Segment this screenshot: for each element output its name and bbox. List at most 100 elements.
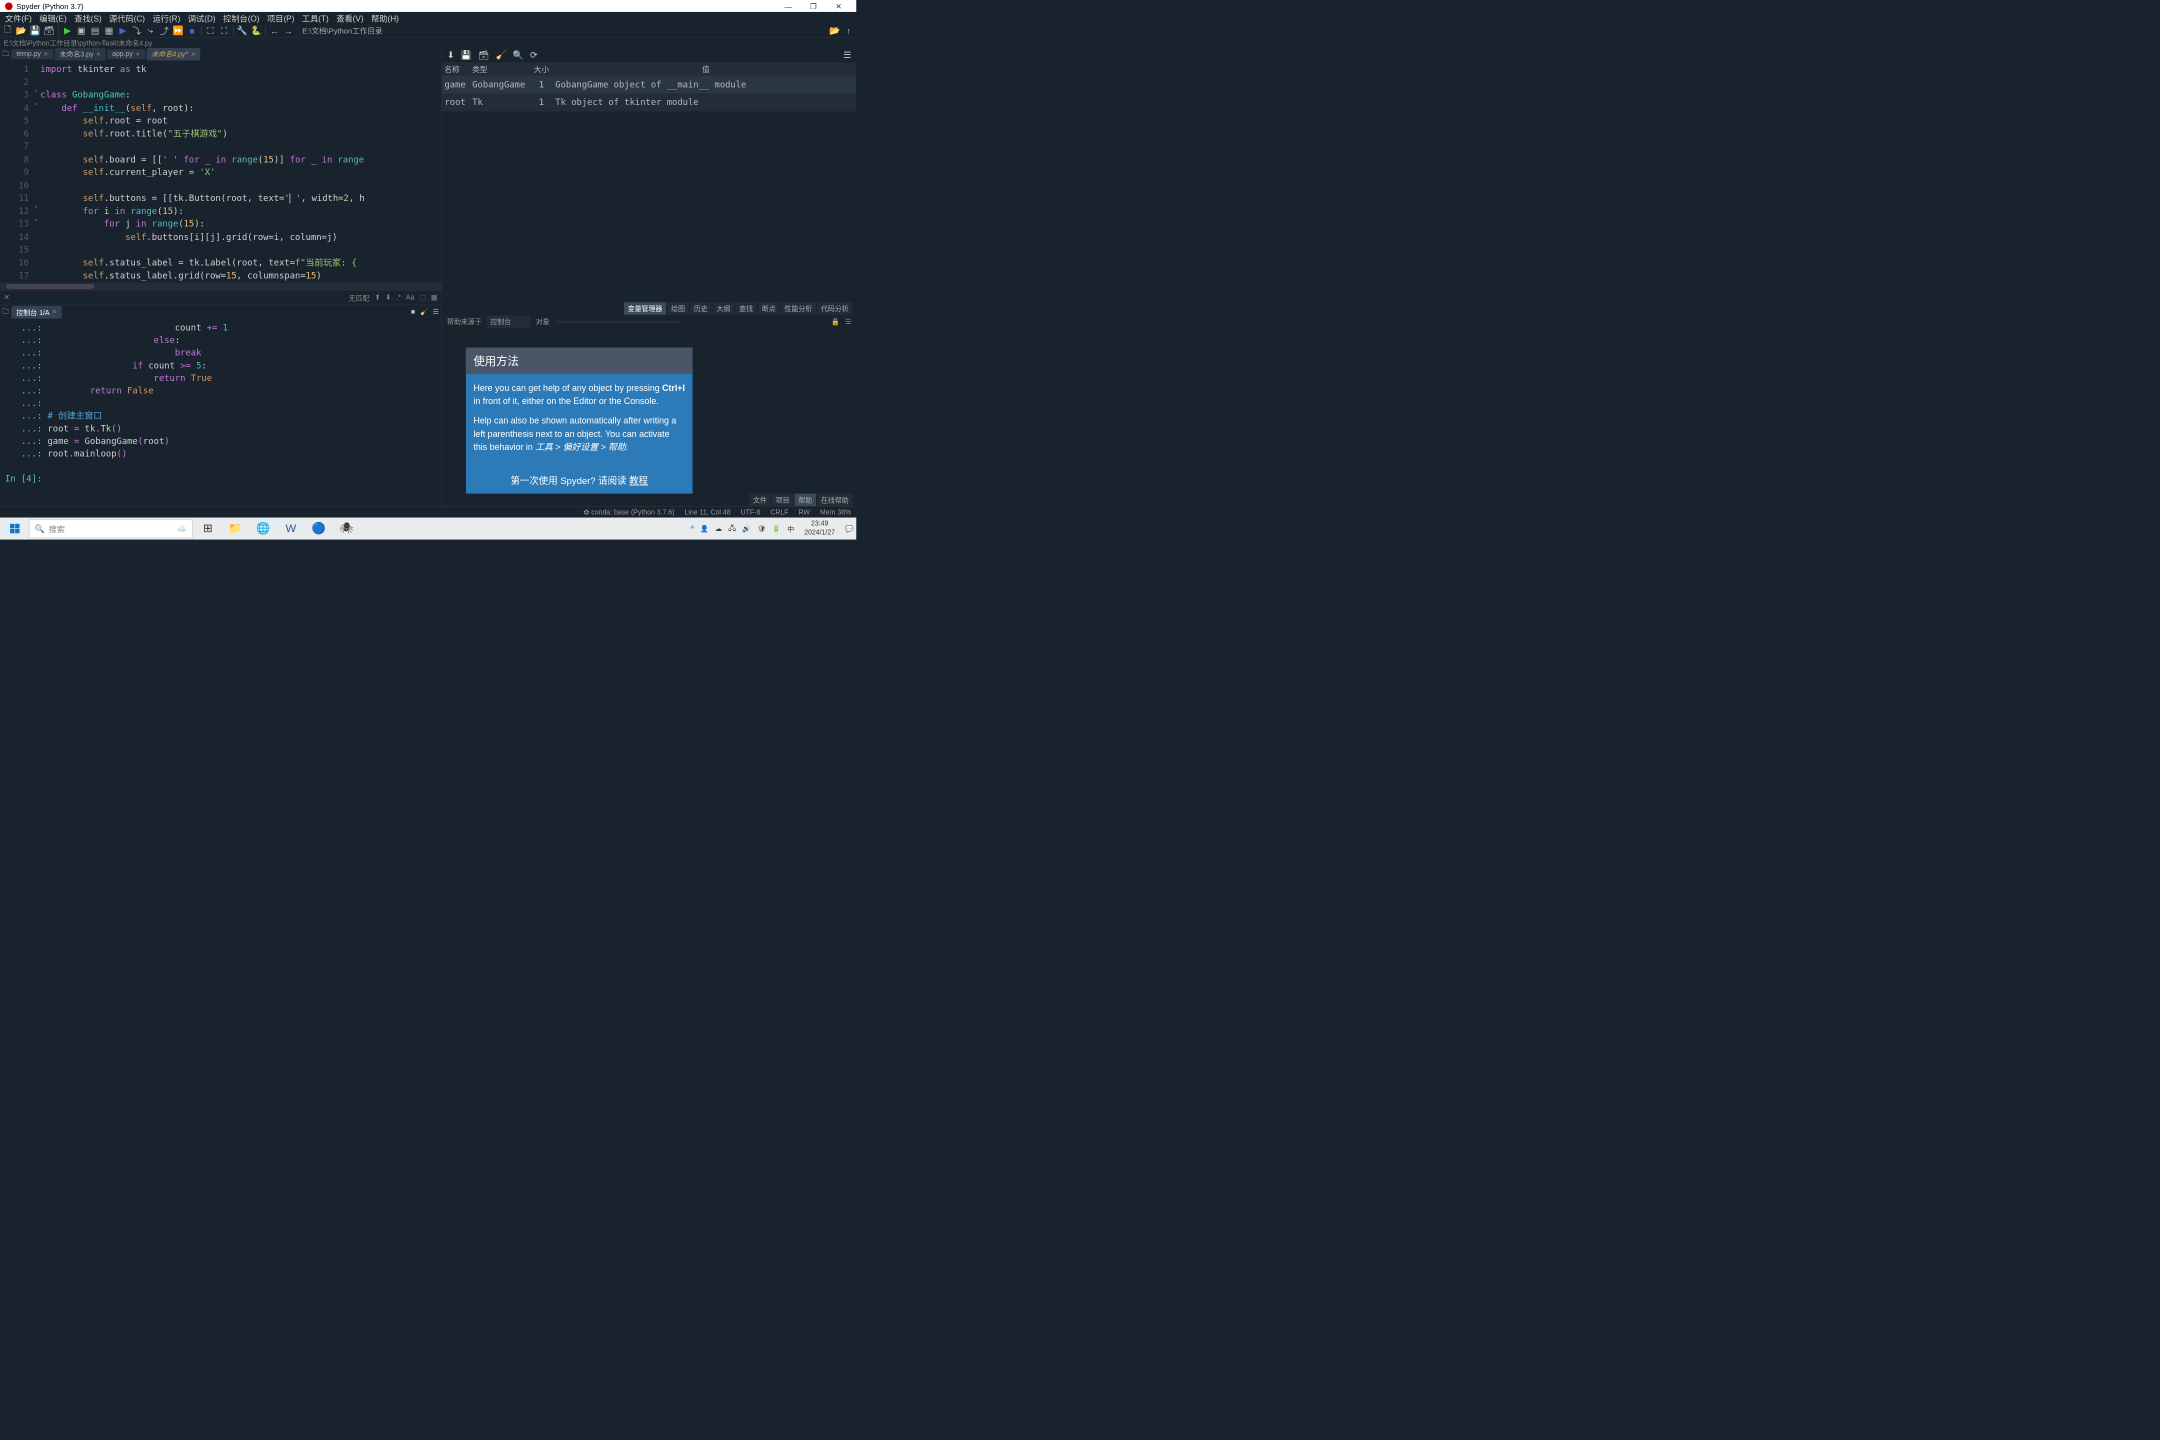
close-icon[interactable]: ✕ (135, 51, 140, 58)
tab-variable-explorer[interactable]: 变量管理器 (624, 302, 666, 315)
debug-icon[interactable]: ▶ (118, 26, 128, 36)
save-as-icon[interactable]: 🗃 (478, 50, 489, 61)
task-view-icon[interactable]: ⊞ (195, 518, 220, 538)
system-tray[interactable]: ^ 👤 ☁ 🖧 🔊 🛡 🔋 中 23:492024/1/27 💬 (691, 520, 854, 537)
step-icon[interactable]: ⤵ (132, 26, 142, 36)
close-icon[interactable]: ✕ (191, 51, 196, 58)
regex-icon[interactable]: .* (396, 294, 401, 302)
close-icon[interactable]: ✕ (96, 51, 101, 58)
close-search-icon[interactable]: ✕ (4, 294, 10, 302)
file-browser-icon[interactable]: 🗀 (0, 48, 11, 60)
tab-app[interactable]: app.py✕ (107, 49, 145, 59)
word-icon[interactable]: W (278, 518, 303, 538)
volume-icon[interactable]: 🔊 (742, 524, 751, 532)
close-icon[interactable]: ✕ (52, 309, 57, 316)
menu-projects[interactable]: 项目(P) (265, 12, 297, 24)
taskbar-search[interactable]: 🔍 搜索 ☁️ (29, 519, 193, 538)
variable-row[interactable]: game GobangGame 1 GobangGame object of _… (442, 76, 856, 94)
variable-row[interactable]: root Tk 1 Tk object of tkinter module (442, 94, 856, 112)
people-icon[interactable]: 👤 (700, 524, 709, 532)
menu-debug[interactable]: 调试(D) (185, 12, 218, 24)
fold-icon[interactable]: ▾ (34, 218, 40, 224)
continue-icon[interactable]: ⏩ (173, 26, 183, 36)
tab-plots[interactable]: 绘图 (667, 302, 688, 315)
explorer-icon[interactable]: 📁 (223, 518, 248, 538)
maximize-button[interactable]: ❐ (801, 2, 826, 11)
delete-icon[interactable]: 🧹 (495, 50, 506, 61)
var-options-icon[interactable]: ☰ (843, 50, 851, 61)
fold-icon[interactable]: ▾ (34, 205, 40, 211)
tab-outline[interactable]: 大纲 (713, 302, 734, 315)
options-icon[interactable]: ☰ (430, 308, 441, 316)
edge-icon[interactable]: 🔵 (306, 518, 331, 538)
stop-console-icon[interactable]: ■ (407, 308, 418, 316)
menu-view[interactable]: 查看(V) (334, 12, 366, 24)
step-into-icon[interactable]: ⤷ (145, 26, 155, 36)
network-icon[interactable]: 🖧 (728, 523, 736, 535)
highlight-icon[interactable]: ▦ (431, 294, 438, 302)
run-cell-icon[interactable]: ▣ (76, 26, 86, 36)
help-options-icon[interactable]: ☰ (845, 318, 851, 326)
prev-match-icon[interactable]: ⬆ (375, 294, 381, 302)
lock-icon[interactable]: 🔒 (831, 318, 840, 326)
browse-icon[interactable]: 🗀 (0, 306, 11, 318)
working-dir[interactable]: E:\文档\Python工作目录 (302, 25, 382, 36)
import-data-icon[interactable]: ⬇ (447, 50, 454, 61)
forward-icon[interactable]: → (283, 26, 293, 36)
run-icon[interactable]: ▶ (62, 26, 72, 36)
horizontal-scrollbar[interactable] (0, 283, 441, 291)
pythonpath-icon[interactable]: 🐍 (251, 26, 261, 36)
word-icon[interactable]: ⬚ (419, 294, 426, 302)
run-cell-advance-icon[interactable]: ▤ (90, 26, 100, 36)
fold-icon[interactable]: ▾ (34, 102, 40, 108)
menu-search[interactable]: 查找(S) (72, 12, 104, 24)
tab-breakpoints[interactable]: 断点 (758, 302, 779, 315)
spyder-taskbar-icon[interactable]: 🕷 (334, 518, 359, 538)
menu-help[interactable]: 帮助(H) (369, 12, 402, 24)
tab-files[interactable]: 文件 (749, 494, 770, 507)
tab-help[interactable]: 帮助 (795, 494, 816, 507)
tab-history[interactable]: 历史 (690, 302, 711, 315)
new-file-icon[interactable]: 🗋 (3, 26, 13, 36)
next-match-icon[interactable]: ⬇ (385, 294, 391, 302)
menu-run[interactable]: 运行(R) (150, 12, 183, 24)
clear-console-icon[interactable]: 🧹 (419, 308, 430, 316)
menu-consoles[interactable]: 控制台(O) (221, 12, 262, 24)
save-icon[interactable]: 💾 (30, 26, 40, 36)
menu-source[interactable]: 源代码(C) (107, 12, 148, 24)
close-button[interactable]: ✕ (826, 2, 851, 11)
tab-online-help[interactable]: 在线帮助 (817, 494, 852, 507)
status-env[interactable]: ✿ conda: base (Python 3.7.6) (584, 508, 675, 516)
tab-temp[interactable]: temp.py✕ (11, 49, 53, 59)
fullscreen-icon[interactable]: ⛶ (219, 26, 229, 36)
tab-project[interactable]: 项目 (772, 494, 793, 507)
case-icon[interactable]: Aa (406, 294, 414, 302)
tab-profiler[interactable]: 性能分析 (781, 302, 816, 315)
preferences-icon[interactable]: 🔧 (237, 26, 247, 36)
taskbar-clock[interactable]: 23:492024/1/27 (800, 520, 838, 537)
open-file-icon[interactable]: 📂 (16, 26, 26, 36)
tab-find[interactable]: 查找 (735, 302, 756, 315)
browser-icon[interactable]: 🌐 (251, 518, 276, 538)
save-all-icon[interactable]: 🗃 (44, 26, 54, 36)
browse-dir-icon[interactable]: 📂 (830, 26, 840, 36)
parent-dir-icon[interactable]: ↑ (844, 26, 854, 36)
ime-indicator[interactable]: 中 (787, 524, 794, 534)
start-button[interactable] (3, 518, 27, 538)
onedrive-icon[interactable]: ☁ (715, 524, 722, 532)
menu-tools[interactable]: 工具(T) (299, 12, 331, 24)
tab-unnamed3[interactable]: 未命名3.py✕ (55, 48, 106, 61)
back-icon[interactable]: ← (269, 26, 279, 36)
tab-pylint[interactable]: 代码分析 (817, 302, 852, 315)
code-editor[interactable]: 1234567891011121314151617 ▾ ▾ ▾ ▾ import… (0, 61, 441, 282)
step-out-icon[interactable]: ⤴ (159, 26, 169, 36)
tutorial-link[interactable]: 教程 (629, 476, 648, 487)
refresh-var-icon[interactable]: ⟳ (530, 50, 537, 61)
fold-icon[interactable]: ▾ (34, 89, 40, 95)
console-tab-1a[interactable]: 控制台 1/A✕ (11, 306, 61, 319)
help-object-input[interactable] (555, 321, 681, 324)
tab-unnamed4[interactable]: 未命名4.py*✕ (146, 48, 200, 61)
save-data-icon[interactable]: 💾 (461, 50, 472, 61)
run-selection-icon[interactable]: ▦ (104, 26, 114, 36)
help-source-select[interactable]: 控制台 (487, 316, 531, 329)
